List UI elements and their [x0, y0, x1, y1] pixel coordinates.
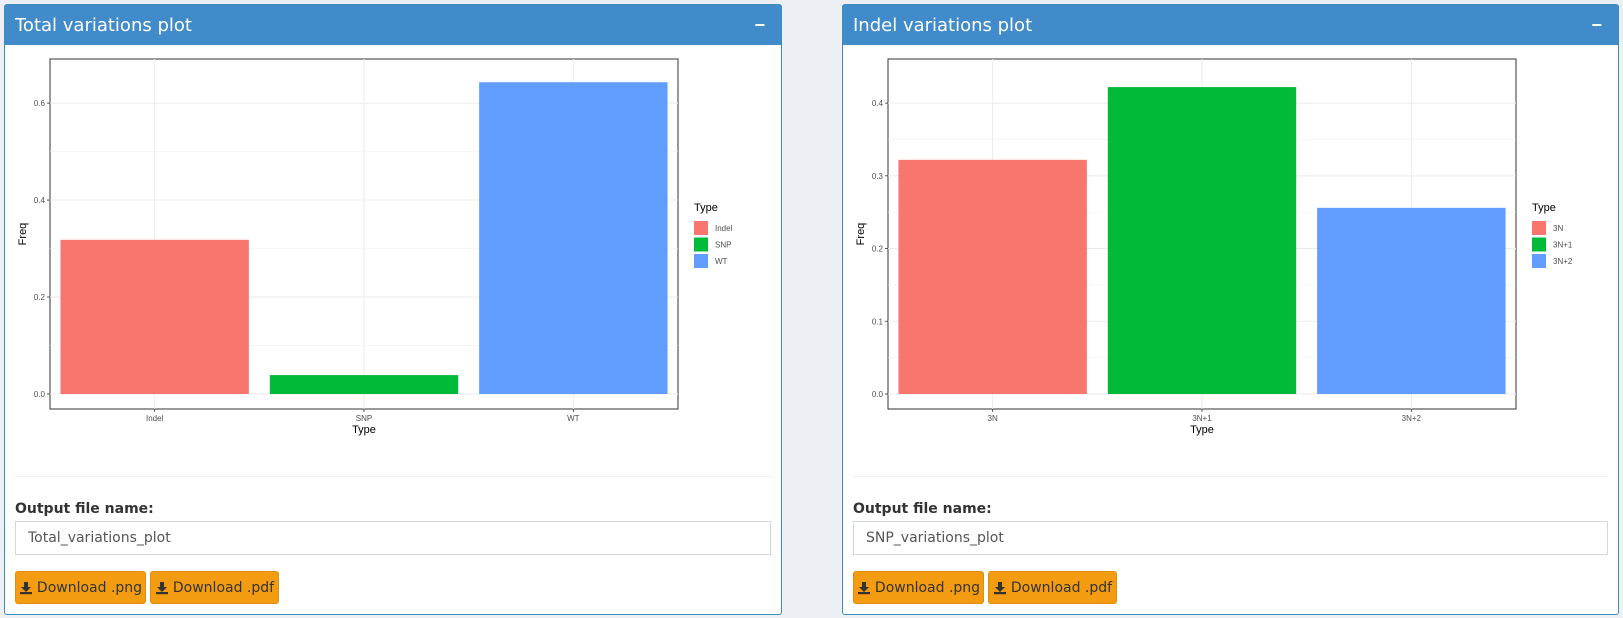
- download-pdf-label: Download .pdf: [172, 579, 275, 596]
- download-pdf-button[interactable]: Download .pdf: [150, 571, 279, 604]
- x-axis-title: Type: [1190, 424, 1214, 436]
- y-tick-label: 0.1: [872, 317, 884, 326]
- x-tick-label: WT: [567, 414, 580, 423]
- x-tick-label: 3N: [988, 414, 998, 423]
- legend-label: 3N+2: [1553, 257, 1573, 266]
- x-axis-title: Type: [352, 424, 376, 436]
- legend-key: [1532, 221, 1546, 235]
- box-title: Indel variations plot: [853, 14, 1033, 36]
- bar-snp: [269, 375, 459, 394]
- y-tick-label: 0.2: [34, 293, 46, 302]
- legend-label: Indel: [715, 224, 733, 233]
- box-header: Indel variations plot −: [843, 5, 1618, 45]
- legend-label: 3N: [1553, 224, 1563, 233]
- output-file-name-input[interactable]: [853, 521, 1608, 555]
- divider: [853, 476, 1608, 477]
- legend-label: SNP: [715, 241, 731, 250]
- collapse-button[interactable]: −: [748, 15, 771, 36]
- legend-title: Type: [1532, 202, 1556, 214]
- bar-3n: [898, 159, 1087, 394]
- legend-key: [694, 237, 708, 252]
- download-icon: [19, 581, 32, 594]
- y-tick-label: 0.6: [34, 99, 46, 108]
- bar-wt: [479, 82, 668, 394]
- y-axis-title: Freq: [17, 223, 29, 246]
- bar-3nplus1: [1107, 87, 1297, 394]
- output-file-label: Output file name:: [853, 501, 992, 517]
- legend-title: Type: [694, 202, 718, 214]
- download-icon: [857, 581, 870, 594]
- bar-indel: [60, 239, 249, 394]
- y-axis-title: Freq: [855, 223, 867, 246]
- y-tick-label: 0.0: [34, 390, 46, 399]
- indel-variations-chart: 0.0 0.1 0.2 0.3 0.4 3N 3N+1 3N+2 Type Freq Type 3N 3…: [855, 58, 1573, 436]
- legend-label: 3N+1: [1553, 241, 1573, 250]
- total-variations-chart: 0.0 0.2 0.4 0.6 Indel SNP WT Type Freq Type Indel S…: [17, 58, 733, 436]
- x-tick-label: 3N+1: [1192, 414, 1212, 423]
- download-png-button[interactable]: Download .png: [853, 571, 984, 604]
- legend-key: [1532, 254, 1546, 268]
- y-tick-label: 0.3: [872, 172, 884, 181]
- output-file-name-input[interactable]: [15, 521, 771, 555]
- divider: [15, 476, 771, 477]
- collapse-button[interactable]: −: [1585, 15, 1608, 36]
- y-tick-label: 0.4: [872, 99, 884, 108]
- download-pdf-button[interactable]: Download .pdf: [988, 571, 1117, 604]
- legend-key: [694, 221, 708, 235]
- output-file-label: Output file name:: [15, 501, 154, 517]
- download-png-label: Download .png: [874, 579, 981, 596]
- download-png-button[interactable]: Download .png: [15, 571, 146, 604]
- legend-key: [694, 254, 708, 268]
- bar-3nplus2: [1317, 207, 1506, 394]
- x-tick-label: SNP: [356, 414, 372, 423]
- x-tick-label: Indel: [146, 414, 164, 423]
- download-png-label: Download .png: [36, 579, 143, 596]
- y-tick-label: 0.2: [872, 245, 884, 254]
- y-tick-label: 0.4: [34, 196, 46, 205]
- indel-variations-box: Indel variations plot − 0.0 0.1 0.2 0.3 0.4 3…: [842, 4, 1619, 615]
- download-pdf-label: Download .pdf: [1010, 579, 1113, 596]
- box-title: Total variations plot: [15, 14, 192, 36]
- y-tick-label: 0.0: [872, 390, 884, 399]
- download-icon: [155, 581, 168, 594]
- download-icon: [993, 581, 1006, 594]
- legend-key: [1532, 237, 1546, 252]
- x-tick-label: 3N+2: [1402, 414, 1422, 423]
- legend-label: WT: [715, 257, 728, 266]
- total-variations-box: Total variations plot − 0.0 0.2 0.4 0.6 Inde…: [4, 4, 782, 615]
- box-header: Total variations plot −: [5, 5, 781, 45]
